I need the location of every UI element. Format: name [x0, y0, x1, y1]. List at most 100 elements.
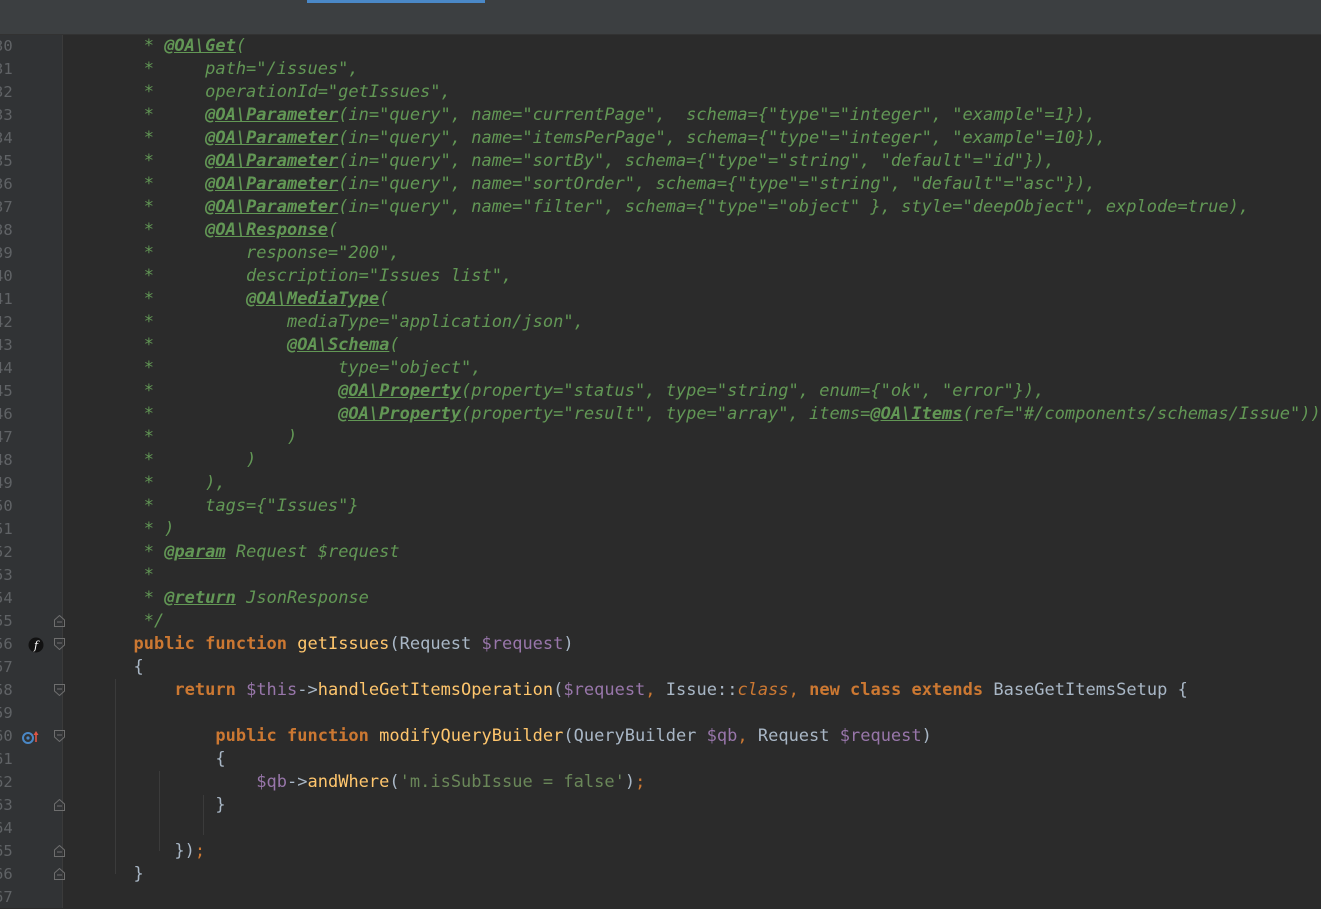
code-token: Request $request — [225, 542, 400, 562]
code-token: $request — [481, 634, 564, 654]
active-tab-indicator[interactable] — [307, 0, 485, 3]
code-line[interactable]: * tags={"Issues"} — [113, 495, 359, 518]
gutter-line[interactable]: 38 — [0, 219, 62, 242]
gutter-line[interactable]: 41 — [0, 288, 62, 311]
code-line[interactable]: * mediaType="application/json", — [113, 311, 584, 334]
code-line[interactable]: * type="object", — [113, 357, 482, 380]
code-token: * — [113, 588, 165, 608]
code-line[interactable]: * description="Issues list", — [113, 265, 512, 288]
code-line[interactable]: public function getIssues(Request $reque… — [113, 633, 573, 656]
code-token: modifyQueryBuilder — [379, 726, 564, 746]
gutter-line[interactable]: 64 — [0, 817, 62, 840]
gutter-line[interactable]: 33 — [0, 104, 62, 127]
code-token: @param — [164, 542, 226, 562]
gutter-line[interactable]: 61 — [0, 748, 62, 771]
gutter-line[interactable]: 43 — [0, 334, 62, 357]
code-line[interactable]: * ) — [113, 518, 175, 541]
code-token: ( — [553, 680, 564, 700]
code-token: (in="query", name="itemsPerPage", schema… — [338, 128, 1106, 148]
gutter-line[interactable]: 55 — [0, 610, 65, 633]
gutter-line[interactable]: 57 — [0, 656, 62, 679]
line-number: 32 — [0, 83, 13, 101]
gutter-line[interactable]: 36 — [0, 173, 62, 196]
code-token: return — [174, 680, 247, 700]
code-line[interactable]: * @OA\Parameter(in="query", name="sortOr… — [113, 173, 1096, 196]
code-token: * path="/issues", — [113, 59, 359, 79]
gutter-line[interactable]: 34 — [0, 127, 62, 150]
code-line[interactable]: $qb->andWhere('m.isSubIssue = false'); — [113, 771, 645, 794]
code-line[interactable]: * @OA\Response( — [113, 219, 339, 242]
gutter-line[interactable]: 66 — [0, 863, 65, 886]
gutter-line[interactable]: 56f — [0, 633, 65, 656]
code-line[interactable]: * response="200", — [113, 242, 400, 265]
code-line[interactable]: * @OA\Property(property="result", type="… — [113, 403, 1321, 426]
gutter-line[interactable]: 59 — [0, 702, 62, 725]
code-token: * — [113, 36, 165, 56]
line-number: 44 — [0, 359, 13, 377]
code-line[interactable]: * @OA\MediaType( — [113, 288, 390, 311]
line-number: 35 — [0, 152, 13, 170]
gutter-line[interactable]: 60 — [0, 725, 65, 748]
gutter-line[interactable]: 39 — [0, 242, 62, 265]
gutter-line[interactable]: 42 — [0, 311, 62, 334]
gutter-line[interactable]: 58 — [0, 679, 65, 702]
gutter-line[interactable]: 35 — [0, 150, 62, 173]
gutter-line[interactable]: 31 — [0, 58, 62, 81]
code-token: Request — [757, 726, 840, 746]
gutter-line[interactable]: 53 — [0, 564, 62, 587]
code-line[interactable]: * @OA\Parameter(in="query", name="itemsP… — [113, 127, 1106, 150]
gutter-line[interactable]: 52 — [0, 541, 62, 564]
code-token: $qb — [256, 772, 288, 792]
code-line[interactable]: * @OA\Property(property="status", type="… — [113, 380, 1045, 403]
line-number: 33 — [0, 106, 13, 124]
line-number: 56 — [0, 635, 13, 653]
code-token: public function — [215, 726, 380, 746]
code-token: , — [788, 680, 810, 700]
gutter-line[interactable]: 46 — [0, 403, 62, 426]
gutter-line[interactable]: 67 — [0, 886, 62, 909]
code-line[interactable]: { — [113, 656, 143, 679]
gutter-line[interactable]: 45 — [0, 380, 62, 403]
code-line[interactable]: } — [113, 794, 225, 817]
code-line[interactable]: * @OA\Parameter(in="query", name="sortBy… — [113, 150, 1055, 173]
code-line[interactable]: * @param Request $request — [113, 541, 400, 564]
code-line[interactable]: */ — [113, 610, 164, 633]
code-line[interactable]: * ) — [113, 449, 257, 472]
gutter-line[interactable]: 37 — [0, 196, 62, 219]
code-line[interactable]: * — [113, 564, 154, 587]
code-line[interactable]: * @OA\Parameter(in="query", name="curren… — [113, 104, 1096, 127]
code-token: @return — [164, 588, 236, 608]
line-number: 30 — [0, 37, 13, 55]
code-line[interactable]: { — [113, 748, 225, 771]
gutter-line[interactable]: 44 — [0, 357, 62, 380]
gutter-line[interactable]: 51 — [0, 518, 62, 541]
code-line[interactable]: * @OA\Schema( — [113, 334, 400, 357]
code-line[interactable]: * ), — [113, 472, 226, 495]
gutter-line[interactable]: 32 — [0, 81, 62, 104]
gutter-line[interactable]: 63 — [0, 794, 65, 817]
code-line[interactable]: return $this->handleGetItemsOperation($r… — [113, 679, 1187, 702]
code-line[interactable]: } — [113, 863, 143, 886]
code-editor[interactable]: * @OA\Get( * path="/issues", * operation… — [63, 35, 1321, 908]
gutter-line[interactable]: 47 — [0, 426, 62, 449]
code-line[interactable]: * @return JsonResponse — [113, 587, 369, 610]
code-line[interactable]: * operationId="getIssues", — [113, 81, 451, 104]
code-token: * type="object", — [113, 358, 482, 378]
gutter-line[interactable]: 54 — [0, 587, 62, 610]
code-line[interactable]: * @OA\Get( — [113, 35, 246, 58]
gutter-line[interactable]: 48 — [0, 449, 62, 472]
gutter-line[interactable]: 30 — [0, 35, 62, 58]
gutter-line[interactable]: 49 — [0, 472, 62, 495]
code-line[interactable]: * ) — [113, 426, 298, 449]
gutter-line[interactable]: 40 — [0, 265, 62, 288]
code-token: * — [113, 220, 206, 240]
code-token: andWhere — [307, 772, 390, 792]
code-line[interactable]: public function modifyQueryBuilder(Query… — [113, 725, 932, 748]
code-line[interactable]: * path="/issues", — [113, 58, 359, 81]
gutter-line[interactable]: 62 — [0, 771, 62, 794]
gutter-line[interactable]: 65 — [0, 840, 65, 863]
code-line[interactable]: * @OA\Parameter(in="query", name="filter… — [113, 196, 1249, 219]
gutter-line[interactable]: 50 — [0, 495, 62, 518]
code-line[interactable]: }); — [113, 840, 205, 863]
